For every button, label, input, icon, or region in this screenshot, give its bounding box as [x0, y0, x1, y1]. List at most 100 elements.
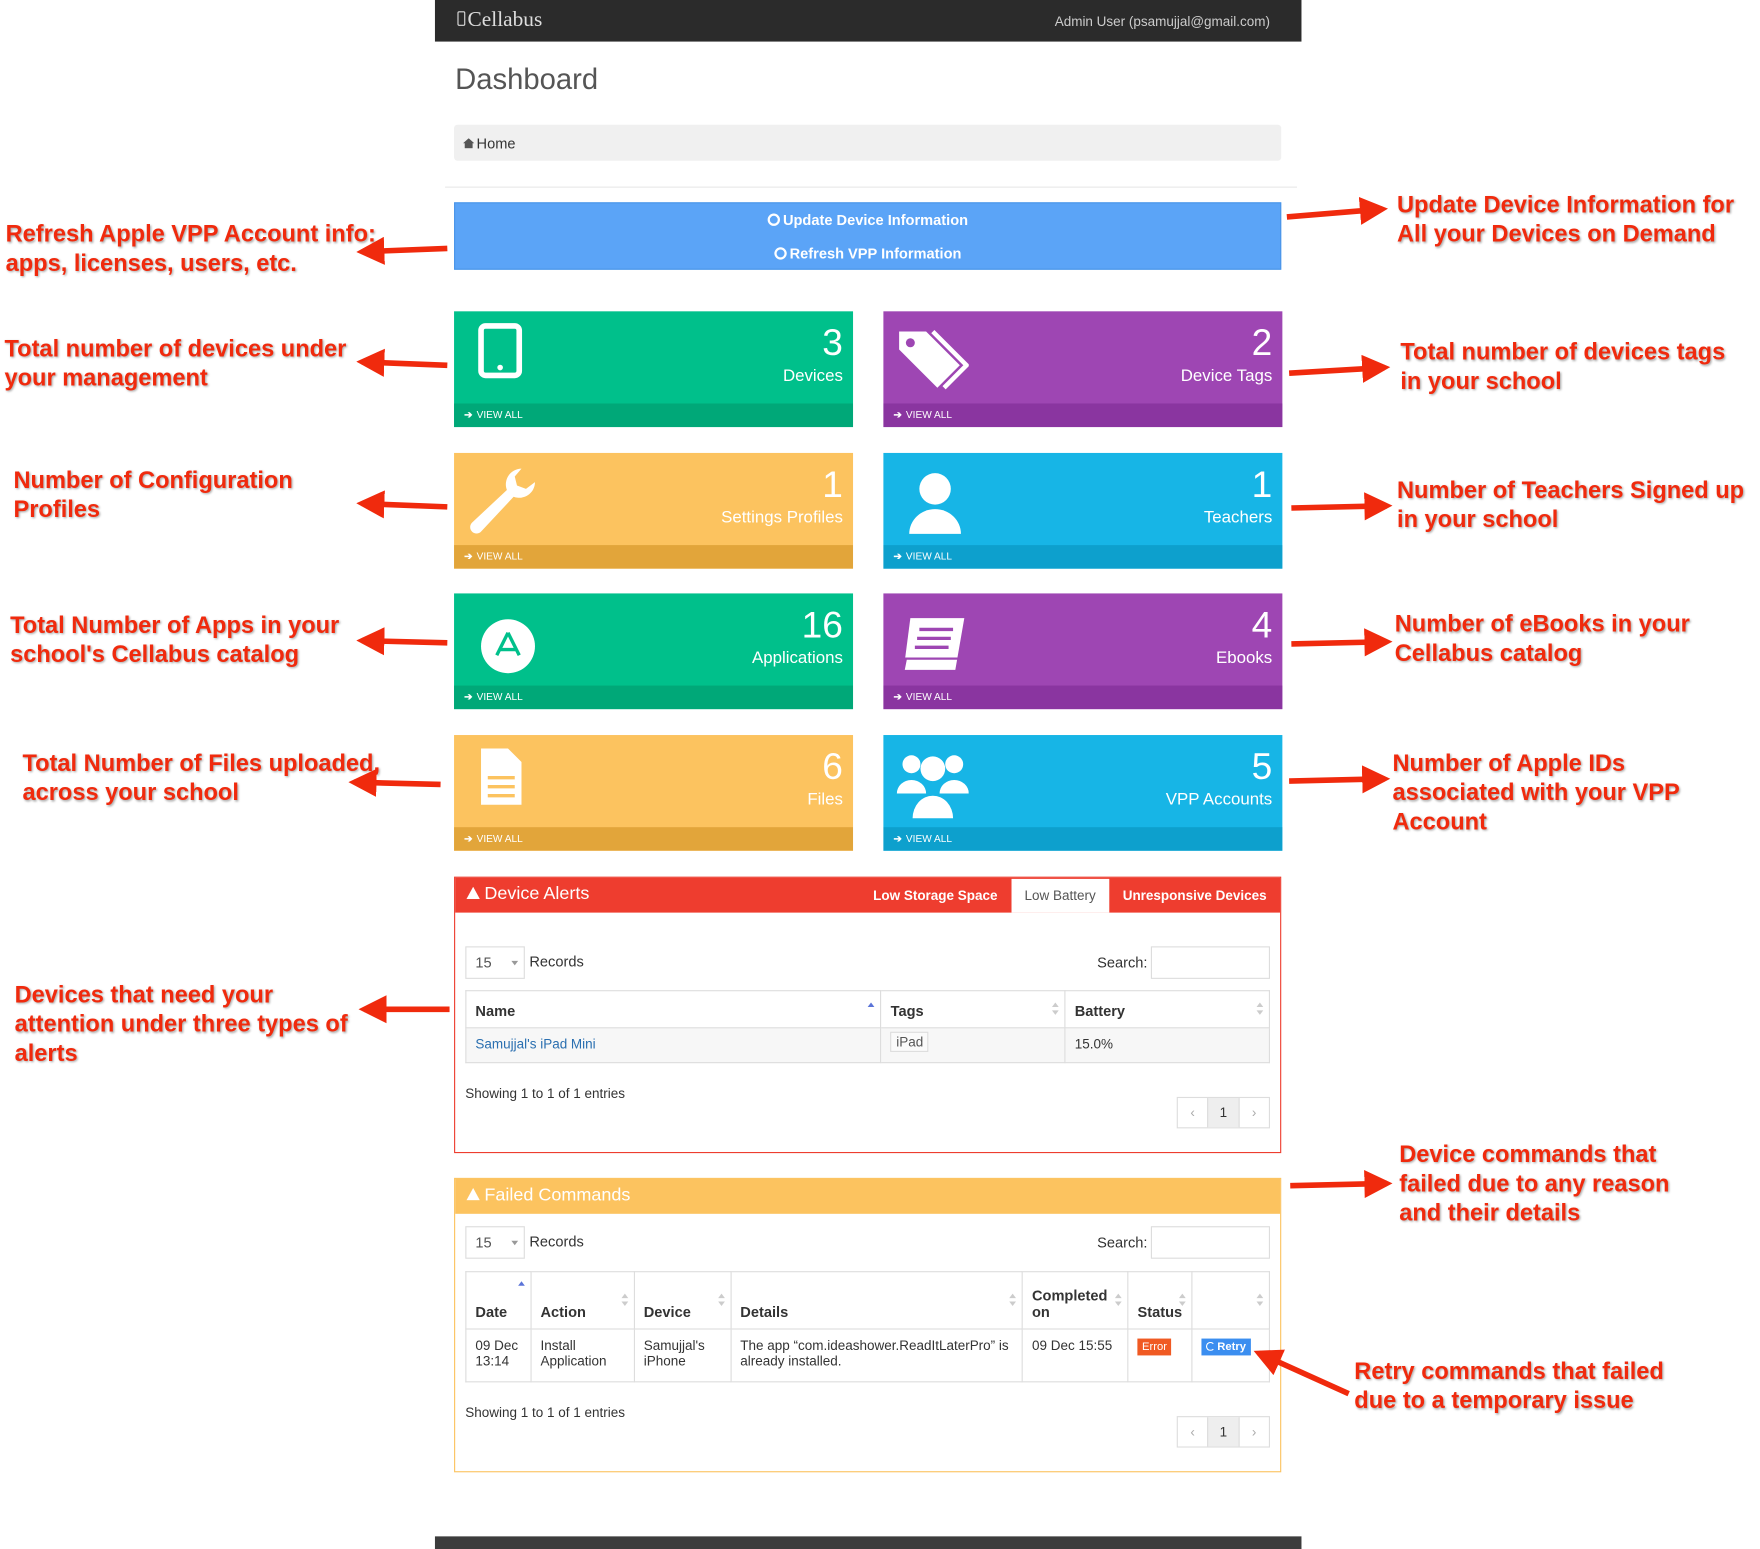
refresh-vpp-label: Refresh VPP Information [789, 245, 962, 262]
col-header: Device [643, 1303, 691, 1321]
col-tags[interactable]: Tags [880, 990, 1066, 1029]
prev-page-button[interactable]: ‹ [1178, 1098, 1208, 1127]
tab-unresponsive[interactable]: Unresponsive Devices [1109, 878, 1280, 913]
user-icon [909, 473, 961, 534]
tile-label: Files [807, 790, 843, 810]
footer-bar [434, 1536, 1302, 1549]
page-length-select[interactable]: 15 [465, 1226, 525, 1259]
col-device[interactable]: Device [633, 1271, 732, 1330]
sort-icon [1009, 1293, 1017, 1307]
top-navbar: Cellabus Admin User (psamujjal@gmail.com… [434, 0, 1302, 42]
view-all-link[interactable]: ➔ VIEW ALL [883, 545, 1283, 569]
tile-label: Devices [782, 366, 843, 386]
brand-name: Cellabus [467, 7, 543, 32]
col-header: Name [475, 1002, 516, 1020]
arrow-profiles [356, 490, 448, 519]
retry-button[interactable]: Retry [1201, 1338, 1251, 1356]
view-all-link[interactable]: ➔ VIEW ALL [883, 403, 1283, 428]
view-all-label: VIEW ALL [476, 691, 523, 703]
retry-label: Retry [1217, 1340, 1247, 1354]
tab-low-battery[interactable]: Low Battery [1011, 878, 1110, 913]
arrow-teachers [1291, 492, 1393, 521]
col-name[interactable]: Name [465, 990, 882, 1029]
table-row: 09 Dec 13:14 Install Application Samujja… [465, 1328, 1271, 1383]
arrow-ebooks [1291, 628, 1393, 657]
records-label: Records [529, 1232, 584, 1250]
col-status[interactable]: Status [1127, 1271, 1193, 1330]
page-number[interactable]: 1 [1207, 1417, 1240, 1447]
view-all-label: VIEW ALL [905, 409, 953, 421]
warning-icon [466, 886, 480, 900]
brand-logo[interactable]: Cellabus [457, 8, 542, 33]
col-battery[interactable]: Battery [1064, 990, 1271, 1029]
col-date[interactable]: Date [465, 1271, 532, 1330]
user-menu[interactable]: Admin User (psamujjal@gmail.com) [1055, 13, 1270, 29]
tile-applications[interactable]: 16 Applications ➔ VIEW ALL [454, 593, 854, 710]
pagination: ‹ 1 › [1176, 1096, 1271, 1129]
view-all-link[interactable]: ➔ VIEW ALL [883, 827, 1283, 851]
pagination: ‹ 1 › [1176, 1416, 1271, 1448]
table-row: Samujjal's iPad Mini iPad 15.0% [465, 1027, 1271, 1064]
annotation-update-device: Update Device Information for All your D… [1397, 192, 1735, 248]
view-all-link[interactable]: ➔ VIEW ALL [454, 685, 854, 710]
col-completed[interactable]: Completed on [1021, 1271, 1129, 1330]
tab-low-storage[interactable]: Low Storage Space [860, 878, 1011, 913]
annotation-vpp: Number of Apple IDs associated with your… [1392, 750, 1680, 836]
tile-count: 3 [822, 321, 843, 364]
failed-commands-table: Date Action Device Details Completed on … [465, 1271, 1271, 1383]
tile-count: 1 [1251, 463, 1273, 505]
refresh-vpp-button[interactable]: Refresh VPP Information [455, 237, 1280, 271]
next-page-button[interactable]: › [1239, 1417, 1269, 1446]
view-all-link[interactable]: ➔ VIEW ALL [454, 403, 854, 428]
annotation-retry: Retry commands that failed due to a temp… [1354, 1358, 1664, 1414]
tile-label: Teachers [1203, 508, 1273, 528]
tile-vpp-accounts[interactable]: 5 VPP Accounts ➔ VIEW ALL [883, 735, 1283, 851]
tile-teachers[interactable]: 1 Teachers ➔ VIEW ALL [883, 452, 1283, 569]
col-header: Status [1137, 1303, 1183, 1321]
arrow-failed [1290, 1169, 1393, 1199]
next-page-button[interactable]: › [1239, 1098, 1269, 1127]
tile-count: 4 [1251, 603, 1273, 646]
device-link[interactable]: Samujjal's iPad Mini [475, 1036, 595, 1052]
prev-page-button[interactable]: ‹ [1178, 1417, 1208, 1446]
view-all-label: VIEW ALL [476, 409, 523, 421]
update-device-button[interactable]: Update Device Information [455, 203, 1280, 237]
showing-info: Showing 1 to 1 of 1 entries [465, 1404, 625, 1421]
book-icon [902, 618, 965, 671]
view-all-link[interactable]: ➔ VIEW ALL [883, 685, 1283, 710]
sort-icon [1115, 1293, 1122, 1307]
tile-ebooks[interactable]: 4 Ebooks ➔ VIEW ALL [883, 593, 1283, 710]
panel-header: Failed Commands [455, 1178, 1281, 1214]
page-length-select[interactable]: 15 [465, 946, 525, 979]
col-header: Date [475, 1303, 508, 1321]
view-all-link[interactable]: ➔ VIEW ALL [454, 827, 854, 851]
users-icon [896, 755, 969, 819]
tile-devices[interactable]: 3 Devices ➔ VIEW ALL [454, 311, 854, 428]
search-input[interactable] [1150, 1226, 1271, 1259]
page-number[interactable]: 1 [1207, 1098, 1240, 1128]
panel-header: Device Alerts Low Storage Space Low Batt… [455, 877, 1281, 913]
tile-files[interactable]: 6 Files ➔ VIEW ALL [454, 735, 854, 851]
alert-tabs: Low Storage Space Low Battery Unresponsi… [860, 878, 1280, 913]
col-details[interactable]: Details [730, 1271, 1023, 1330]
view-all-label: VIEW ALL [905, 691, 953, 703]
search-input[interactable] [1150, 946, 1271, 979]
panel-title: Device Alerts [484, 884, 590, 904]
tile-settings-profiles[interactable]: 1 Settings Profiles ➔ VIEW ALL [454, 452, 854, 569]
records-label: Records [529, 953, 584, 970]
cell-action: Install Application [530, 1328, 635, 1383]
app-store-icon [481, 619, 535, 674]
search-label: Search: [1097, 1234, 1148, 1251]
page-length-value: 15 [475, 954, 492, 972]
tile-device-tags[interactable]: 2 Device Tags ➔ VIEW ALL [883, 311, 1283, 428]
sort-icon [621, 1293, 629, 1307]
tile-label: Ebooks [1216, 648, 1273, 668]
breadcrumb-home[interactable]: Home [477, 135, 516, 152]
annotation-devices: Total number of devices under your manag… [4, 336, 347, 392]
tile-label: Device Tags [1180, 366, 1273, 386]
caret-down-icon [511, 960, 519, 966]
view-all-label: VIEW ALL [476, 832, 523, 845]
col-action[interactable]: Action [530, 1271, 635, 1330]
view-all-link[interactable]: ➔ VIEW ALL [454, 545, 854, 569]
tile-label: Applications [752, 648, 843, 668]
